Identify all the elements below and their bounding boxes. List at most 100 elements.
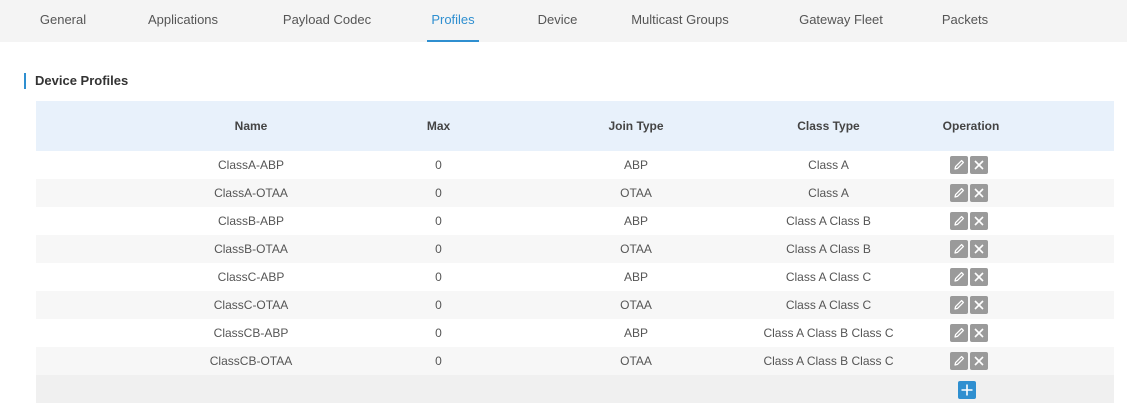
add-profile-button[interactable] <box>958 381 976 399</box>
tab-gateway-fleet[interactable]: Gateway Fleet <box>797 0 885 42</box>
table-row: ClassC-ABP 0 ABP Class A Class C <box>36 263 1114 291</box>
tab-device[interactable]: Device <box>535 0 580 42</box>
cell-class-type: Class A <box>808 186 849 200</box>
table-row: ClassB-OTAA 0 OTAA Class A Class B <box>36 235 1114 263</box>
close-icon <box>974 300 984 310</box>
plus-icon <box>961 384 973 396</box>
cell-max-txpower: 0 <box>435 186 442 200</box>
cell-class-type: Class A Class B Class C <box>763 354 894 368</box>
cell-name: ClassC-OTAA <box>213 298 289 312</box>
delete-button[interactable] <box>970 296 988 314</box>
table-row: ClassB-ABP 0 ABP Class A Class B <box>36 207 1114 235</box>
tab-general[interactable]: General <box>38 0 88 42</box>
cell-class-type: Class A Class B <box>786 242 871 256</box>
cell-class-type: Class A Class B <box>786 214 871 228</box>
pencil-icon <box>954 299 965 310</box>
row-operations <box>950 240 990 258</box>
column-header-max-txpower: Max TXPower <box>413 119 464 183</box>
close-icon <box>974 160 984 170</box>
cell-max-txpower: 0 <box>435 298 442 312</box>
edit-button[interactable] <box>950 212 968 230</box>
column-header-class-type: Class Type <box>797 119 860 133</box>
cell-name: ClassA-ABP <box>217 158 285 172</box>
tab-packets[interactable]: Packets <box>940 0 990 42</box>
edit-button[interactable] <box>950 156 968 174</box>
cell-class-type: Class A <box>808 158 849 172</box>
delete-button[interactable] <box>970 212 988 230</box>
cell-class-type: Class A Class B Class C <box>763 326 894 340</box>
edit-button[interactable] <box>950 324 968 342</box>
table-row: ClassC-OTAA 0 OTAA Class A Class C <box>36 291 1114 319</box>
tab-payload-codec[interactable]: Payload Codec <box>282 0 372 42</box>
close-icon <box>974 188 984 198</box>
section-title: Device Profiles <box>24 73 128 89</box>
cell-max-txpower: 0 <box>435 214 442 228</box>
tab-bar: General Applications Payload Codec Profi… <box>0 0 1127 42</box>
table-row: ClassCB-ABP 0 ABP Class A Class B Class C <box>36 319 1114 347</box>
cell-max-txpower: 0 <box>435 354 442 368</box>
cell-max-txpower: 0 <box>435 242 442 256</box>
pencil-icon <box>954 187 965 198</box>
cell-name: ClassB-ABP <box>217 214 285 228</box>
device-profiles-table: Name Max TXPower Join Type Class Type Op… <box>36 101 1114 403</box>
cell-join-type: ABP <box>623 214 648 228</box>
cell-class-type: Class A Class C <box>785 270 872 284</box>
tab-multicast-groups[interactable]: Multicast Groups <box>625 0 735 42</box>
edit-button[interactable] <box>950 268 968 286</box>
pencil-icon <box>954 327 965 338</box>
cell-join-type: ABP <box>623 158 648 172</box>
table-body: ClassA-ABP 0 ABP Class A ClassA-OTAA 0 OTAA Cla… <box>36 151 1114 375</box>
cell-name: ClassC-ABP <box>217 270 285 284</box>
row-operations <box>950 324 990 342</box>
cell-join-type: OTAA <box>620 354 652 368</box>
cell-join-type: OTAA <box>620 186 652 200</box>
cell-name: ClassA-OTAA <box>214 186 288 200</box>
row-operations <box>950 296 990 314</box>
close-icon <box>974 244 984 254</box>
table-header: Name Max TXPower Join Type Class Type Op… <box>36 101 1114 183</box>
delete-button[interactable] <box>970 324 988 342</box>
edit-button[interactable] <box>950 296 968 314</box>
delete-button[interactable] <box>970 156 988 174</box>
cell-max-txpower: 0 <box>435 158 442 172</box>
pencil-icon <box>954 271 965 282</box>
delete-button[interactable] <box>970 268 988 286</box>
cell-max-txpower: 0 <box>435 270 442 284</box>
close-icon <box>974 216 984 226</box>
row-operations <box>950 184 990 202</box>
column-header-join-type: Join Type <box>608 119 664 133</box>
tab-applications[interactable]: Applications <box>145 0 221 42</box>
row-operations <box>950 212 990 230</box>
cell-join-type: OTAA <box>620 298 652 312</box>
column-header-name: Name <box>234 119 268 133</box>
close-icon <box>974 328 984 338</box>
edit-button[interactable] <box>950 240 968 258</box>
pencil-icon <box>954 355 965 366</box>
edit-button[interactable] <box>950 352 968 370</box>
delete-button[interactable] <box>970 184 988 202</box>
cell-name: ClassCB-ABP <box>213 326 289 340</box>
tab-profiles[interactable]: Profiles <box>427 0 479 42</box>
cell-join-type: ABP <box>623 326 648 340</box>
table-row: ClassA-ABP 0 ABP Class A <box>36 151 1114 179</box>
table-row: ClassA-OTAA 0 OTAA Class A <box>36 179 1114 207</box>
cell-join-type: ABP <box>623 270 648 284</box>
column-header-operation: Operation <box>942 119 1000 133</box>
table-footer <box>36 375 1114 403</box>
cell-max-txpower: 0 <box>435 326 442 340</box>
pencil-icon <box>954 243 965 254</box>
delete-button[interactable] <box>970 240 988 258</box>
row-operations <box>950 268 990 286</box>
pencil-icon <box>954 215 965 226</box>
cell-name: ClassCB-OTAA <box>209 354 293 368</box>
row-operations <box>950 156 990 174</box>
cell-join-type: OTAA <box>620 242 652 256</box>
pencil-icon <box>954 159 965 170</box>
edit-button[interactable] <box>950 184 968 202</box>
row-operations <box>950 352 990 370</box>
table-row: ClassCB-OTAA 0 OTAA Class A Class B Class C <box>36 347 1114 375</box>
close-icon <box>974 272 984 282</box>
delete-button[interactable] <box>970 352 988 370</box>
cell-name: ClassB-OTAA <box>214 242 288 256</box>
close-icon <box>974 356 984 366</box>
